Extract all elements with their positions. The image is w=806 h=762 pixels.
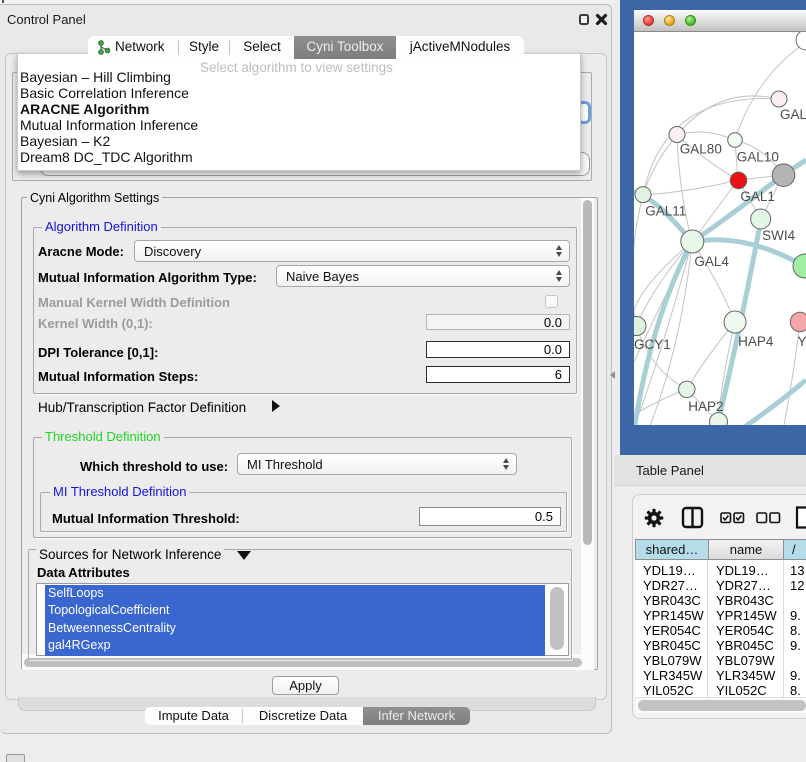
- svg-text:HAP2: HAP2: [688, 399, 723, 414]
- svg-text:Y: Y: [798, 334, 806, 349]
- svg-text:GAL80: GAL80: [680, 142, 722, 157]
- svg-text:GAL4: GAL4: [694, 254, 729, 269]
- svg-text:GAL: GAL: [780, 107, 806, 122]
- svg-text:SWI4: SWI4: [762, 228, 795, 243]
- svg-text:GAL10: GAL10: [737, 149, 779, 164]
- svg-text:GAL1: GAL1: [740, 189, 775, 204]
- svg-text:GCY1: GCY1: [634, 337, 671, 352]
- svg-text:GAL11: GAL11: [645, 204, 686, 219]
- svg-text:HAP4: HAP4: [738, 334, 774, 349]
